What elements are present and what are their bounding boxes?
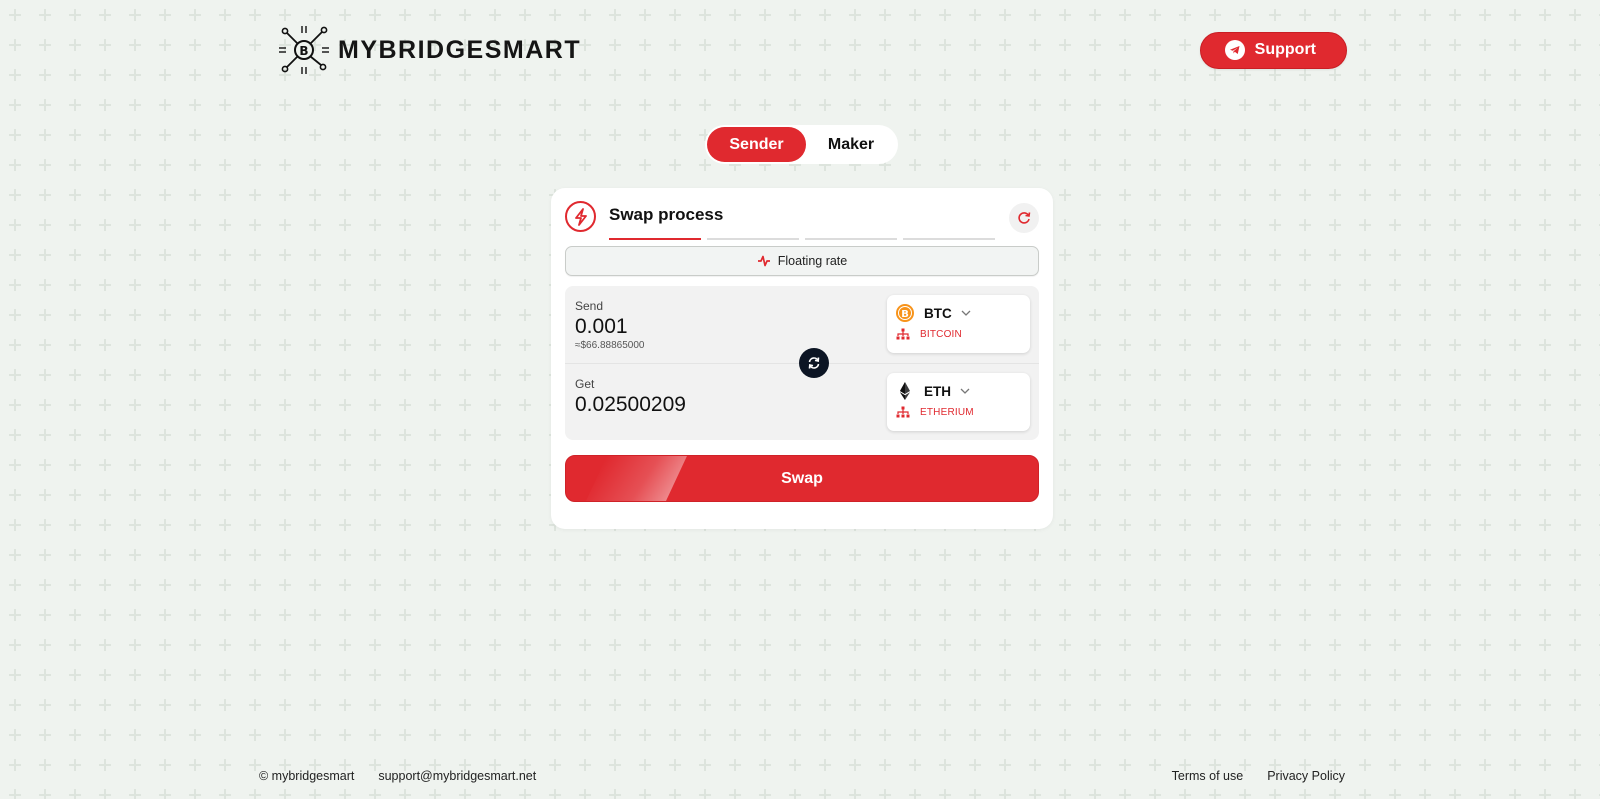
send-row: Send ≈$66.88865000 B BTC bbox=[565, 286, 1039, 363]
brand-name: MYBRIDGESMART bbox=[338, 35, 582, 64]
get-label: Get bbox=[575, 377, 595, 391]
progress-steps bbox=[609, 238, 995, 240]
send-coin-ticker: BTC bbox=[924, 305, 952, 321]
telegram-icon bbox=[1224, 40, 1245, 60]
lightning-icon bbox=[565, 201, 596, 232]
swap-arrows-icon bbox=[808, 357, 820, 369]
card-title: Swap process bbox=[609, 205, 724, 224]
svg-text:B: B bbox=[901, 309, 909, 320]
support-email-link[interactable]: support@mybridgesmart.net bbox=[378, 769, 536, 783]
bitcoin-network-logo-icon: B bbox=[279, 26, 329, 74]
progress-step bbox=[707, 238, 799, 240]
swap-button-label: Swap bbox=[781, 469, 823, 487]
floating-rate-button[interactable]: Floating rate bbox=[565, 246, 1039, 276]
network-icon bbox=[896, 328, 910, 340]
swap-card: Swap process Floating rate Send ≈$66.888… bbox=[551, 188, 1053, 529]
network-icon bbox=[896, 406, 910, 418]
get-coin-ticker: ETH bbox=[924, 383, 951, 399]
brand[interactable]: B MYBRIDGESMART bbox=[278, 24, 581, 76]
get-row: Get ETH bbox=[565, 363, 1039, 440]
ethereum-icon bbox=[900, 382, 910, 400]
pulse-icon bbox=[757, 255, 770, 267]
privacy-link[interactable]: Privacy Policy bbox=[1267, 769, 1345, 783]
mode-toggle: Sender Maker bbox=[705, 125, 898, 164]
svg-text:B: B bbox=[299, 44, 308, 58]
support-button[interactable]: Support bbox=[1199, 31, 1347, 69]
copyright: © mybridgesmart bbox=[259, 769, 355, 783]
card-header: Swap process bbox=[565, 200, 1039, 240]
button-shine bbox=[585, 456, 687, 501]
get-network-name: ETHERIUM bbox=[920, 406, 974, 418]
support-label: Support bbox=[1254, 41, 1316, 58]
header: B MYBRIDGESMART Support bbox=[278, 24, 1347, 76]
send-network-name: BITCOIN bbox=[920, 328, 962, 340]
get-coin-select[interactable]: ETH ETHERIUM bbox=[887, 373, 1030, 431]
chevron-down-icon bbox=[961, 310, 971, 316]
progress-step bbox=[609, 238, 701, 240]
send-label: Send bbox=[575, 299, 604, 313]
refresh-button[interactable] bbox=[1009, 203, 1039, 233]
swap-direction-button[interactable] bbox=[799, 348, 829, 378]
progress-step bbox=[805, 238, 897, 240]
sender-tab[interactable]: Sender bbox=[707, 127, 806, 162]
footer: © mybridgesmart support@mybridgesmart.ne… bbox=[259, 766, 1345, 786]
progress-step bbox=[903, 238, 995, 240]
send-amount-input[interactable] bbox=[575, 315, 855, 339]
refresh-icon bbox=[1018, 212, 1031, 224]
chevron-down-icon bbox=[960, 388, 970, 394]
send-fiat-value: ≈$66.88865000 bbox=[575, 340, 645, 351]
maker-tab[interactable]: Maker bbox=[806, 127, 896, 162]
bitcoin-icon: B bbox=[896, 304, 914, 322]
send-coin-select[interactable]: B BTC BITCOIN bbox=[887, 295, 1030, 353]
terms-link[interactable]: Terms of use bbox=[1172, 769, 1244, 783]
rate-label: Floating rate bbox=[777, 254, 848, 268]
get-amount-output[interactable] bbox=[575, 393, 855, 417]
swap-button[interactable]: Swap bbox=[565, 455, 1039, 502]
exchange-panel: Send ≈$66.88865000 B BTC bbox=[565, 286, 1039, 440]
